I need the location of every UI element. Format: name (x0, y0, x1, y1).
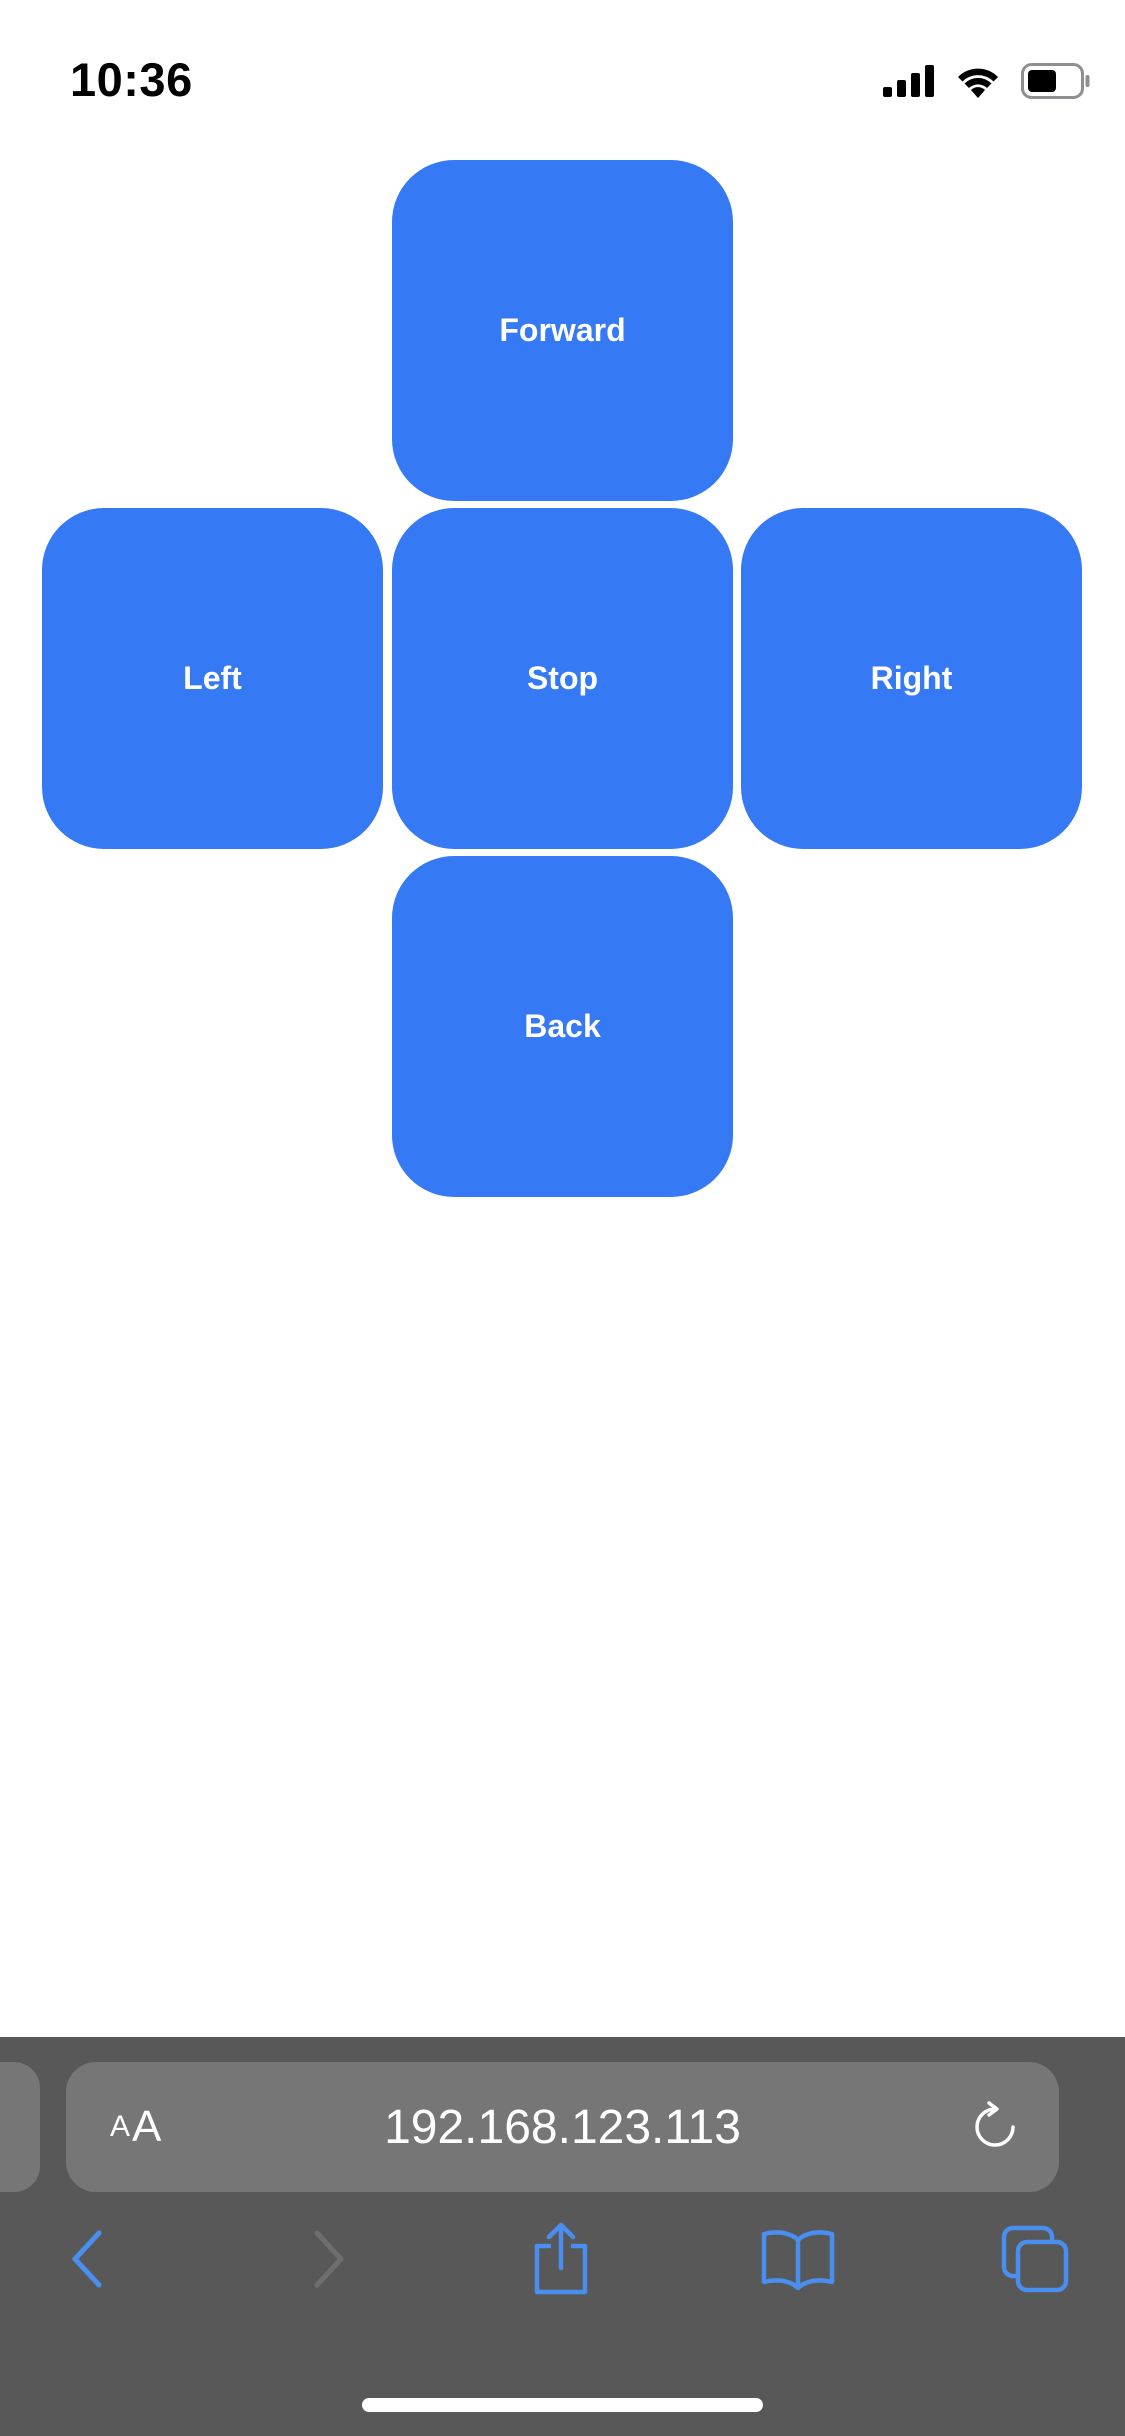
back-button[interactable]: Back (392, 856, 733, 1197)
previous-tab-preview[interactable] (0, 2062, 40, 2192)
stop-button-label: Stop (526, 660, 599, 696)
back-arrow-icon[interactable] (47, 2219, 127, 2299)
home-indicator (362, 2398, 763, 2412)
status-icons (883, 62, 1091, 104)
left-button[interactable]: Left (42, 508, 383, 849)
url-text[interactable]: 192.168.123.113 (186, 2062, 939, 2192)
text-size-small-glyph: A (110, 2110, 131, 2143)
status-time: 10:36 (70, 53, 193, 106)
wifi-icon (955, 64, 1001, 103)
text-size-large-glyph: A (132, 2102, 162, 2151)
text-size-button[interactable]: A A (110, 2062, 161, 2192)
browser-toolbar: A A 192.168.123.113 (0, 2037, 1125, 2436)
reload-icon[interactable] (969, 2101, 1021, 2153)
forward-arrow-icon[interactable] (289, 2219, 369, 2299)
back-button-label: Back (524, 1008, 601, 1044)
forward-button[interactable]: Forward (392, 160, 733, 501)
cellular-signal-icon (883, 64, 935, 102)
browser-nav-row (0, 2219, 1125, 2299)
right-button[interactable]: Right (741, 508, 1082, 849)
tabs-icon[interactable] (995, 2219, 1075, 2299)
forward-button-label: Forward (499, 312, 626, 348)
address-bar[interactable]: A A 192.168.123.113 (66, 2062, 1059, 2192)
bookmarks-icon[interactable] (758, 2219, 838, 2299)
stop-button[interactable]: Stop (392, 508, 733, 849)
share-icon[interactable] (521, 2219, 601, 2299)
right-button-label: Right (870, 660, 953, 696)
battery-icon (1021, 62, 1091, 104)
status-bar: 10:36 (0, 0, 1125, 150)
left-button-label: Left (183, 660, 242, 696)
